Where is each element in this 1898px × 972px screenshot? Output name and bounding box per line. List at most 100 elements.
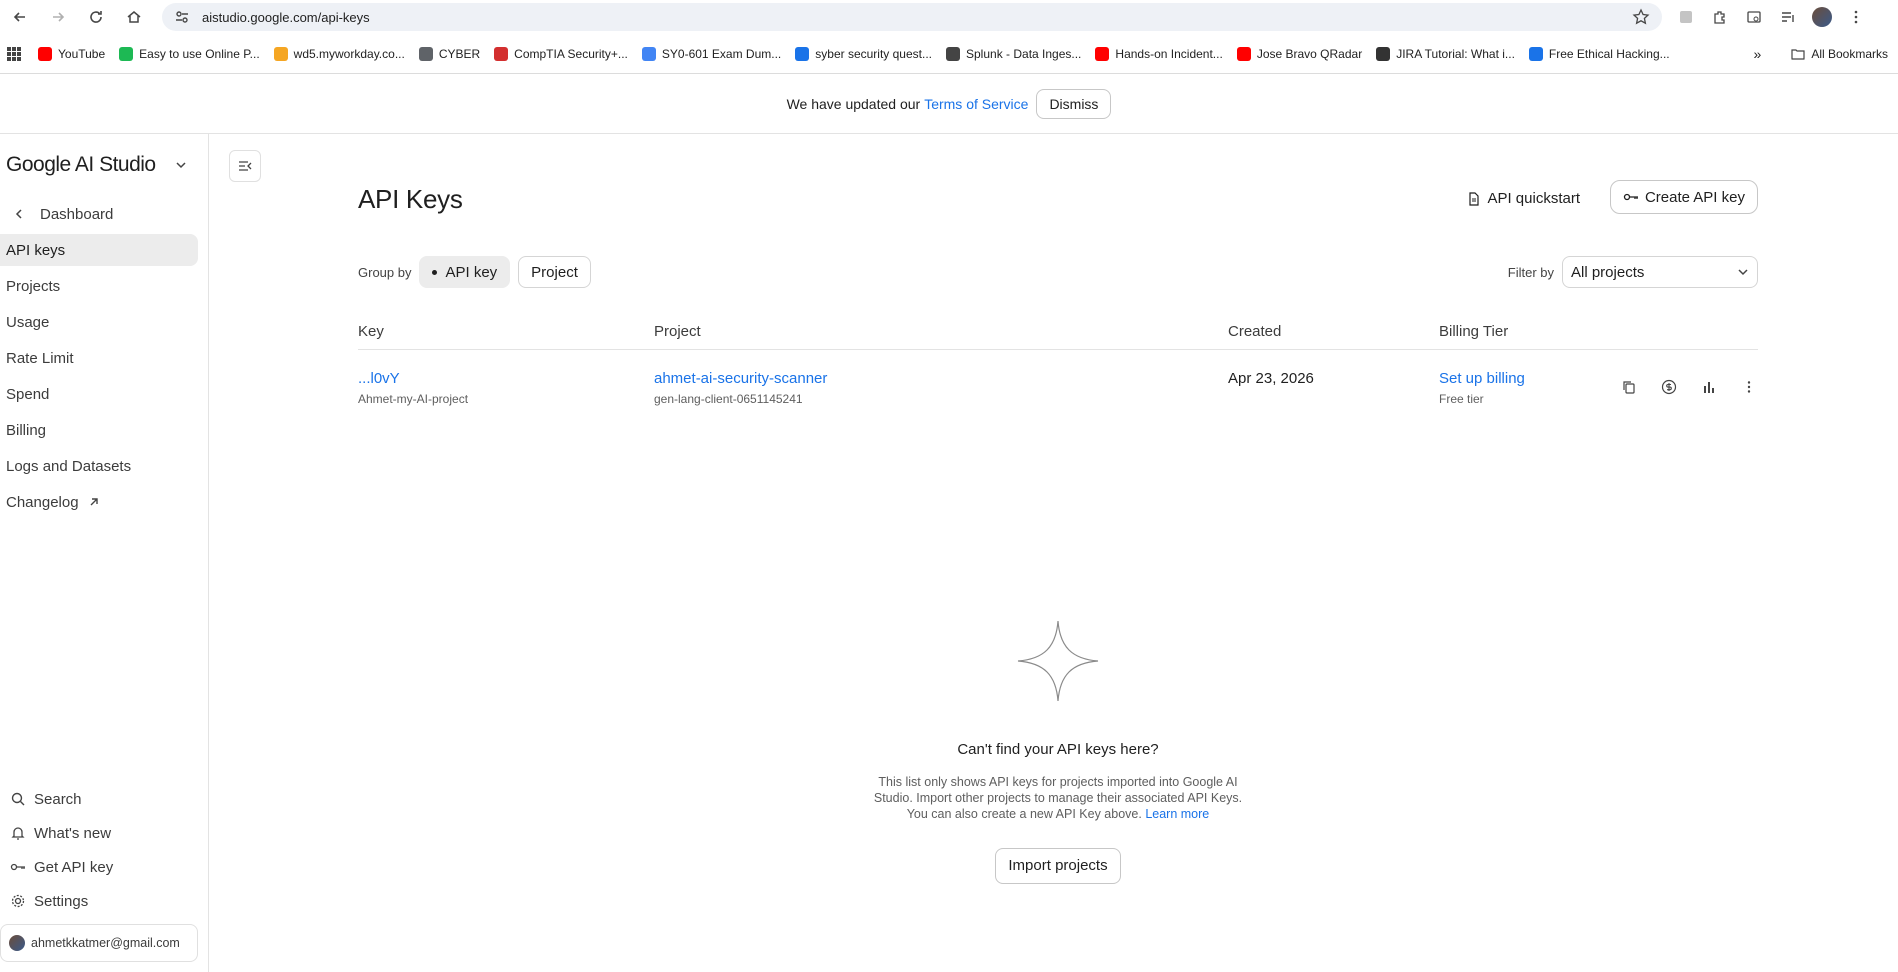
table-row: ...l0vY Ahmet-my-AI-project ahmet-ai-sec…: [358, 350, 1758, 424]
usage-chart-icon[interactable]: [1700, 378, 1718, 396]
back-arrow-icon[interactable]: [6, 3, 34, 31]
sidebar-item-changelog[interactable]: Changelog: [0, 486, 198, 518]
bookmark-favicon-icon: [1236, 46, 1251, 61]
sidebar-item-projects[interactable]: Projects: [0, 270, 198, 302]
external-link-icon: [90, 498, 98, 506]
bookmark-favicon-icon: [38, 46, 52, 61]
sidebar-item-label: Billing: [6, 421, 47, 439]
sidebar-item-spend[interactable]: Spend: [0, 378, 198, 410]
back-to-dashboard[interactable]: Dashboard: [0, 198, 198, 230]
bookmark-item[interactable]: syber security quest...: [795, 46, 932, 61]
sidebar-item-usage[interactable]: Usage: [0, 306, 198, 338]
get-api-key-label: Get API key: [34, 858, 114, 876]
filter-value: All projects: [1571, 263, 1645, 281]
more-options-icon[interactable]: [1740, 378, 1758, 396]
create-api-key-button[interactable]: Create API key: [1609, 180, 1758, 214]
home-icon[interactable]: [120, 3, 148, 31]
sidebar-item-label: Rate Limit: [6, 349, 74, 367]
main-content: API Keys API quickstart Create API key G…: [209, 134, 1898, 972]
bookmark-favicon-icon: [273, 46, 288, 61]
bookmark-label: Jose Bravo QRadar: [1256, 46, 1363, 61]
media-icon[interactable]: [1778, 7, 1798, 27]
sidebar-search[interactable]: Search: [0, 782, 208, 816]
forward-arrow-icon[interactable]: [44, 3, 72, 31]
bookmark-favicon-icon: [641, 46, 656, 61]
bookmark-item[interactable]: Free Ethical Hacking...: [1528, 46, 1670, 61]
sidebar-item-billing[interactable]: Billing: [0, 414, 198, 446]
sidebar-get-api-key[interactable]: Get API key: [0, 850, 208, 884]
import-projects-button[interactable]: Import projects: [995, 848, 1121, 884]
bookmark-label: Hands-on Incident...: [1115, 46, 1223, 61]
bookmark-item[interactable]: CompTIA Security+...: [494, 46, 628, 61]
chevron-down-icon: [1738, 269, 1748, 276]
profile-avatar[interactable]: [1812, 7, 1832, 27]
bookmark-label: CYBER: [438, 46, 481, 61]
bookmark-favicon-icon: [1095, 46, 1110, 61]
column-header-billing-tier: Billing Tier: [1439, 323, 1509, 340]
browser-toolbar: aistudio.google.com/api-keys: [0, 0, 1898, 34]
group-by-project-chip[interactable]: Project: [518, 256, 591, 288]
apps-grid-icon[interactable]: [6, 46, 22, 62]
bookmark-favicon-icon: [1528, 46, 1543, 61]
bookmark-item[interactable]: JIRA Tutorial: What i...: [1376, 46, 1515, 61]
sidebar-item-rate-limit[interactable]: Rate Limit: [0, 342, 198, 374]
sidebar-item-api-keys[interactable]: API keys: [0, 234, 198, 266]
collapse-sidebar-button[interactable]: [229, 150, 261, 182]
group-by-bar: Group by API key Project Filter by All p…: [358, 252, 1758, 292]
bookmark-item[interactable]: Hands-on Incident...: [1095, 46, 1223, 61]
bookmark-item[interactable]: YouTube: [38, 46, 105, 61]
reload-icon[interactable]: [82, 3, 110, 31]
copy-icon[interactable]: [1620, 378, 1638, 396]
all-bookmarks-folder[interactable]: All Bookmarks: [1791, 47, 1888, 61]
all-bookmarks-label: All Bookmarks: [1811, 46, 1888, 61]
sidebar-whats-new[interactable]: What's new: [0, 816, 208, 850]
group-by-api-key-chip[interactable]: API key: [419, 256, 511, 288]
api-quickstart-link[interactable]: API quickstart: [1467, 190, 1580, 207]
bookmark-label: JIRA Tutorial: What i...: [1396, 46, 1515, 61]
set-up-billing-link[interactable]: Set up billing: [1439, 370, 1525, 387]
bookmark-item[interactable]: SY0-601 Exam Dum...: [641, 46, 781, 61]
row-actions: [1620, 378, 1758, 396]
bookmark-favicon-icon: [494, 46, 509, 61]
account-email: ahmetkkatmer@gmail.com: [31, 936, 180, 950]
dismiss-button[interactable]: Dismiss: [1036, 88, 1112, 119]
create-api-key-label: Create API key: [1644, 188, 1745, 206]
terms-of-service-link[interactable]: Terms of Service: [924, 96, 1028, 112]
kebab-menu-icon[interactable]: [1846, 7, 1866, 27]
bookmark-item[interactable]: CYBER: [418, 46, 481, 61]
brand[interactable]: Google AI Studio: [0, 134, 208, 196]
key-icon: [10, 863, 25, 871]
bookmarks-overflow-icon[interactable]: »: [1754, 46, 1762, 62]
sidebar-item-label: Usage: [6, 313, 50, 331]
project-link[interactable]: ahmet-ai-security-scanner: [654, 370, 827, 387]
bookmark-item[interactable]: Easy to use Online P...: [119, 46, 260, 61]
api-key-link[interactable]: ...l0vY: [358, 370, 468, 387]
bell-icon: [11, 827, 25, 840]
billing-tier: Free tier: [1439, 392, 1484, 406]
bookmark-item[interactable]: Splunk - Data Inges...: [946, 46, 1081, 61]
chevron-left-icon: [15, 209, 22, 219]
bookmark-favicon-icon: [418, 46, 433, 61]
filter-by-label: Filter by: [1507, 264, 1554, 280]
url-text[interactable]: aistudio.google.com/api-keys: [202, 10, 1632, 25]
sidebar-settings[interactable]: Settings: [0, 884, 208, 918]
site-settings-icon[interactable]: [174, 9, 190, 25]
key-icon: [1623, 193, 1638, 201]
chevron-down-icon[interactable]: [174, 158, 188, 172]
account-chip[interactable]: ahmetkkatmer@gmail.com: [0, 924, 198, 962]
billing-dollar-icon[interactable]: [1660, 378, 1678, 396]
address-bar[interactable]: aistudio.google.com/api-keys: [162, 3, 1662, 31]
chip-label: Project: [531, 263, 578, 281]
project-filter-select[interactable]: All projects: [1562, 256, 1758, 288]
extension-icon[interactable]: [1676, 7, 1696, 27]
selected-dot-icon: [432, 269, 438, 275]
sidebar-footer: Search What's new Get API key Settings a…: [0, 782, 208, 972]
bookmark-item[interactable]: Jose Bravo QRadar: [1236, 46, 1363, 61]
empty-state: Can't find your API keys here? This list…: [358, 619, 1758, 884]
learn-more-link[interactable]: Learn more: [1145, 807, 1209, 821]
bookmark-item[interactable]: wd5.myworkday.co...: [273, 46, 405, 61]
sidebar-item-logs-and-datasets[interactable]: Logs and Datasets: [0, 450, 198, 482]
tab-search-icon[interactable]: [1744, 7, 1764, 27]
bookmark-star-icon[interactable]: [1632, 8, 1650, 26]
puzzle-icon[interactable]: [1710, 7, 1730, 27]
